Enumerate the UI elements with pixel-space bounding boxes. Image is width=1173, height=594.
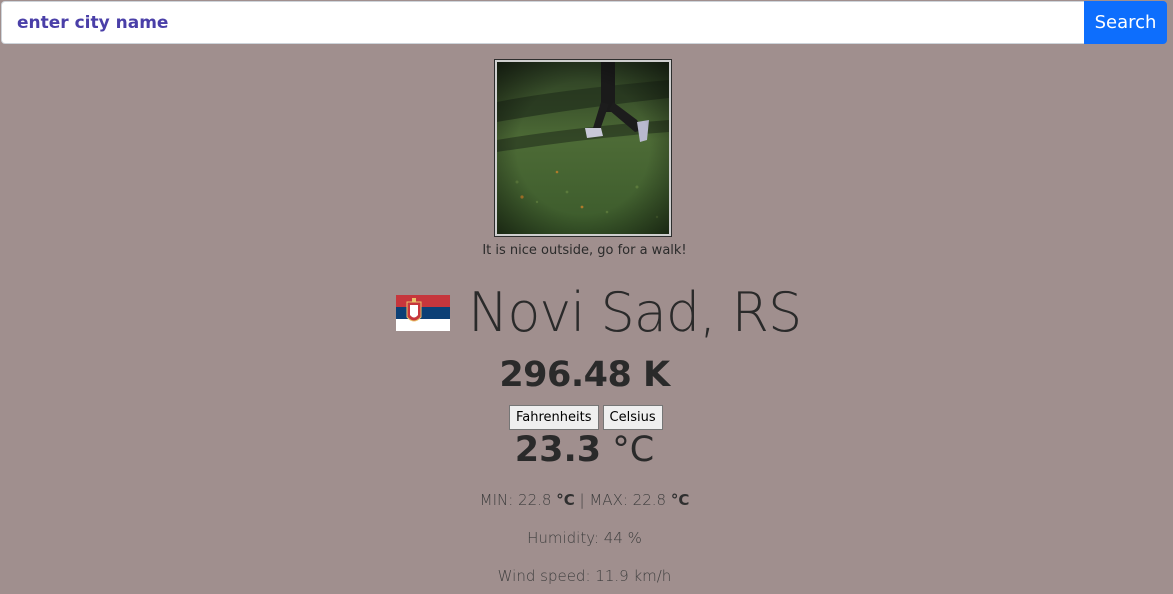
unit-toggle-group: Fahrenheits Celsius [509, 405, 663, 430]
humidity-readout: Humidity: 44 % [527, 529, 642, 547]
wind-speed-readout: Wind speed: 11.9 km/h [497, 567, 672, 585]
converted-temperature-value: 23.3 [514, 430, 602, 470]
city-name: Novi Sad, RS [468, 281, 802, 344]
min-max-separator: | [579, 491, 585, 509]
location-heading: Novi Sad, RS [396, 278, 802, 348]
weather-tip-caption: It is nice outside, go for a walk! [482, 243, 687, 258]
max-temperature-unit: °C [670, 491, 690, 509]
search-button[interactable]: Search [1084, 1, 1167, 44]
min-temperature: MIN: 22.8 [479, 491, 552, 509]
min-max-temperature: MIN: 22.8 °C | MAX: 22.8 °C [0, 491, 1169, 509]
city-search-input[interactable] [1, 1, 1084, 44]
max-temperature: MAX: 22.8 [589, 491, 667, 509]
search-bar: Search [1, 1, 1167, 44]
converted-temperature: 23.3 °C [0, 430, 1169, 470]
celsius-button[interactable]: Celsius [602, 405, 663, 430]
fahrenheit-button[interactable]: Fahrenheits [509, 405, 599, 430]
weather-photo-frame [494, 59, 672, 237]
weather-photo [497, 62, 669, 234]
serbia-flag-icon [396, 295, 450, 331]
converted-temperature-unit: °C [612, 430, 655, 470]
kelvin-temperature: 296.48 K [499, 355, 670, 395]
min-temperature-unit: °C [556, 491, 575, 509]
